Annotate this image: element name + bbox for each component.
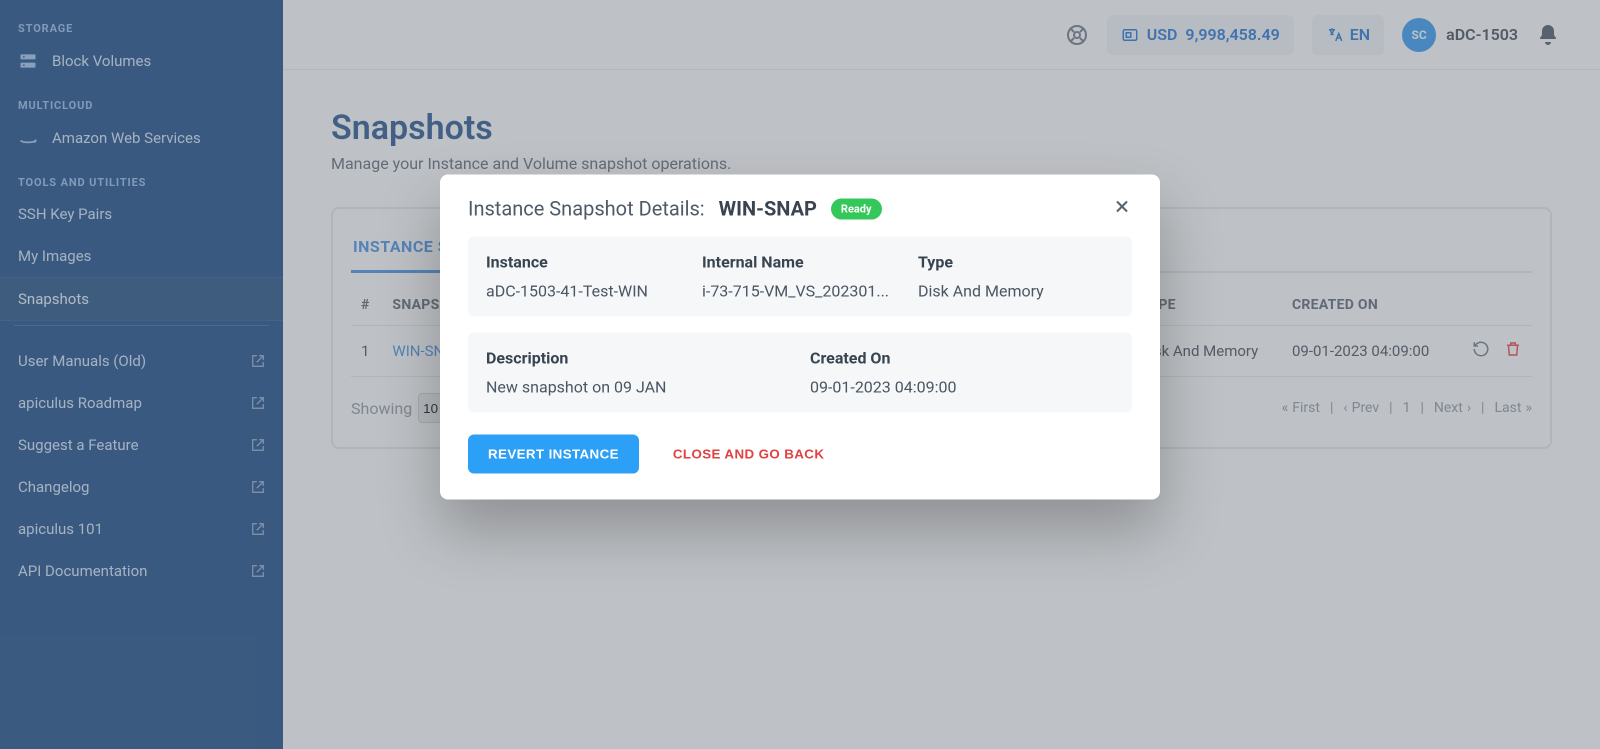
lbl-instance: Instance xyxy=(486,253,682,272)
val-type: Disk And Memory xyxy=(918,282,1114,301)
val-instance: aDC-1503-41-Test-WIN xyxy=(486,282,682,301)
modal-snapshot-details: Instance Snapshot Details: WIN-SNAP Read… xyxy=(440,175,1160,500)
details-card-2: Description Created On New snapshot on 0… xyxy=(468,333,1132,413)
details-card-1: Instance Internal Name Type aDC-1503-41-… xyxy=(468,237,1132,317)
lbl-created: Created On xyxy=(810,349,1114,368)
val-internal: i-73-715-VM_VS_202301... xyxy=(702,282,898,301)
lbl-desc: Description xyxy=(486,349,790,368)
val-created: 09-01-2023 04:09:00 xyxy=(810,378,1114,397)
close-button[interactable]: CLOSE AND GO BACK xyxy=(667,446,830,463)
revert-button[interactable]: REVERT INSTANCE xyxy=(468,435,639,474)
modal-title-prefix: Instance Snapshot Details: xyxy=(468,197,705,221)
close-icon[interactable] xyxy=(1112,197,1132,221)
status-badge: Ready xyxy=(831,198,882,219)
lbl-type: Type xyxy=(918,253,1114,272)
lbl-internal: Internal Name xyxy=(702,253,898,272)
val-desc: New snapshot on 09 JAN xyxy=(486,378,790,397)
modal-title-name: WIN-SNAP xyxy=(719,197,817,221)
